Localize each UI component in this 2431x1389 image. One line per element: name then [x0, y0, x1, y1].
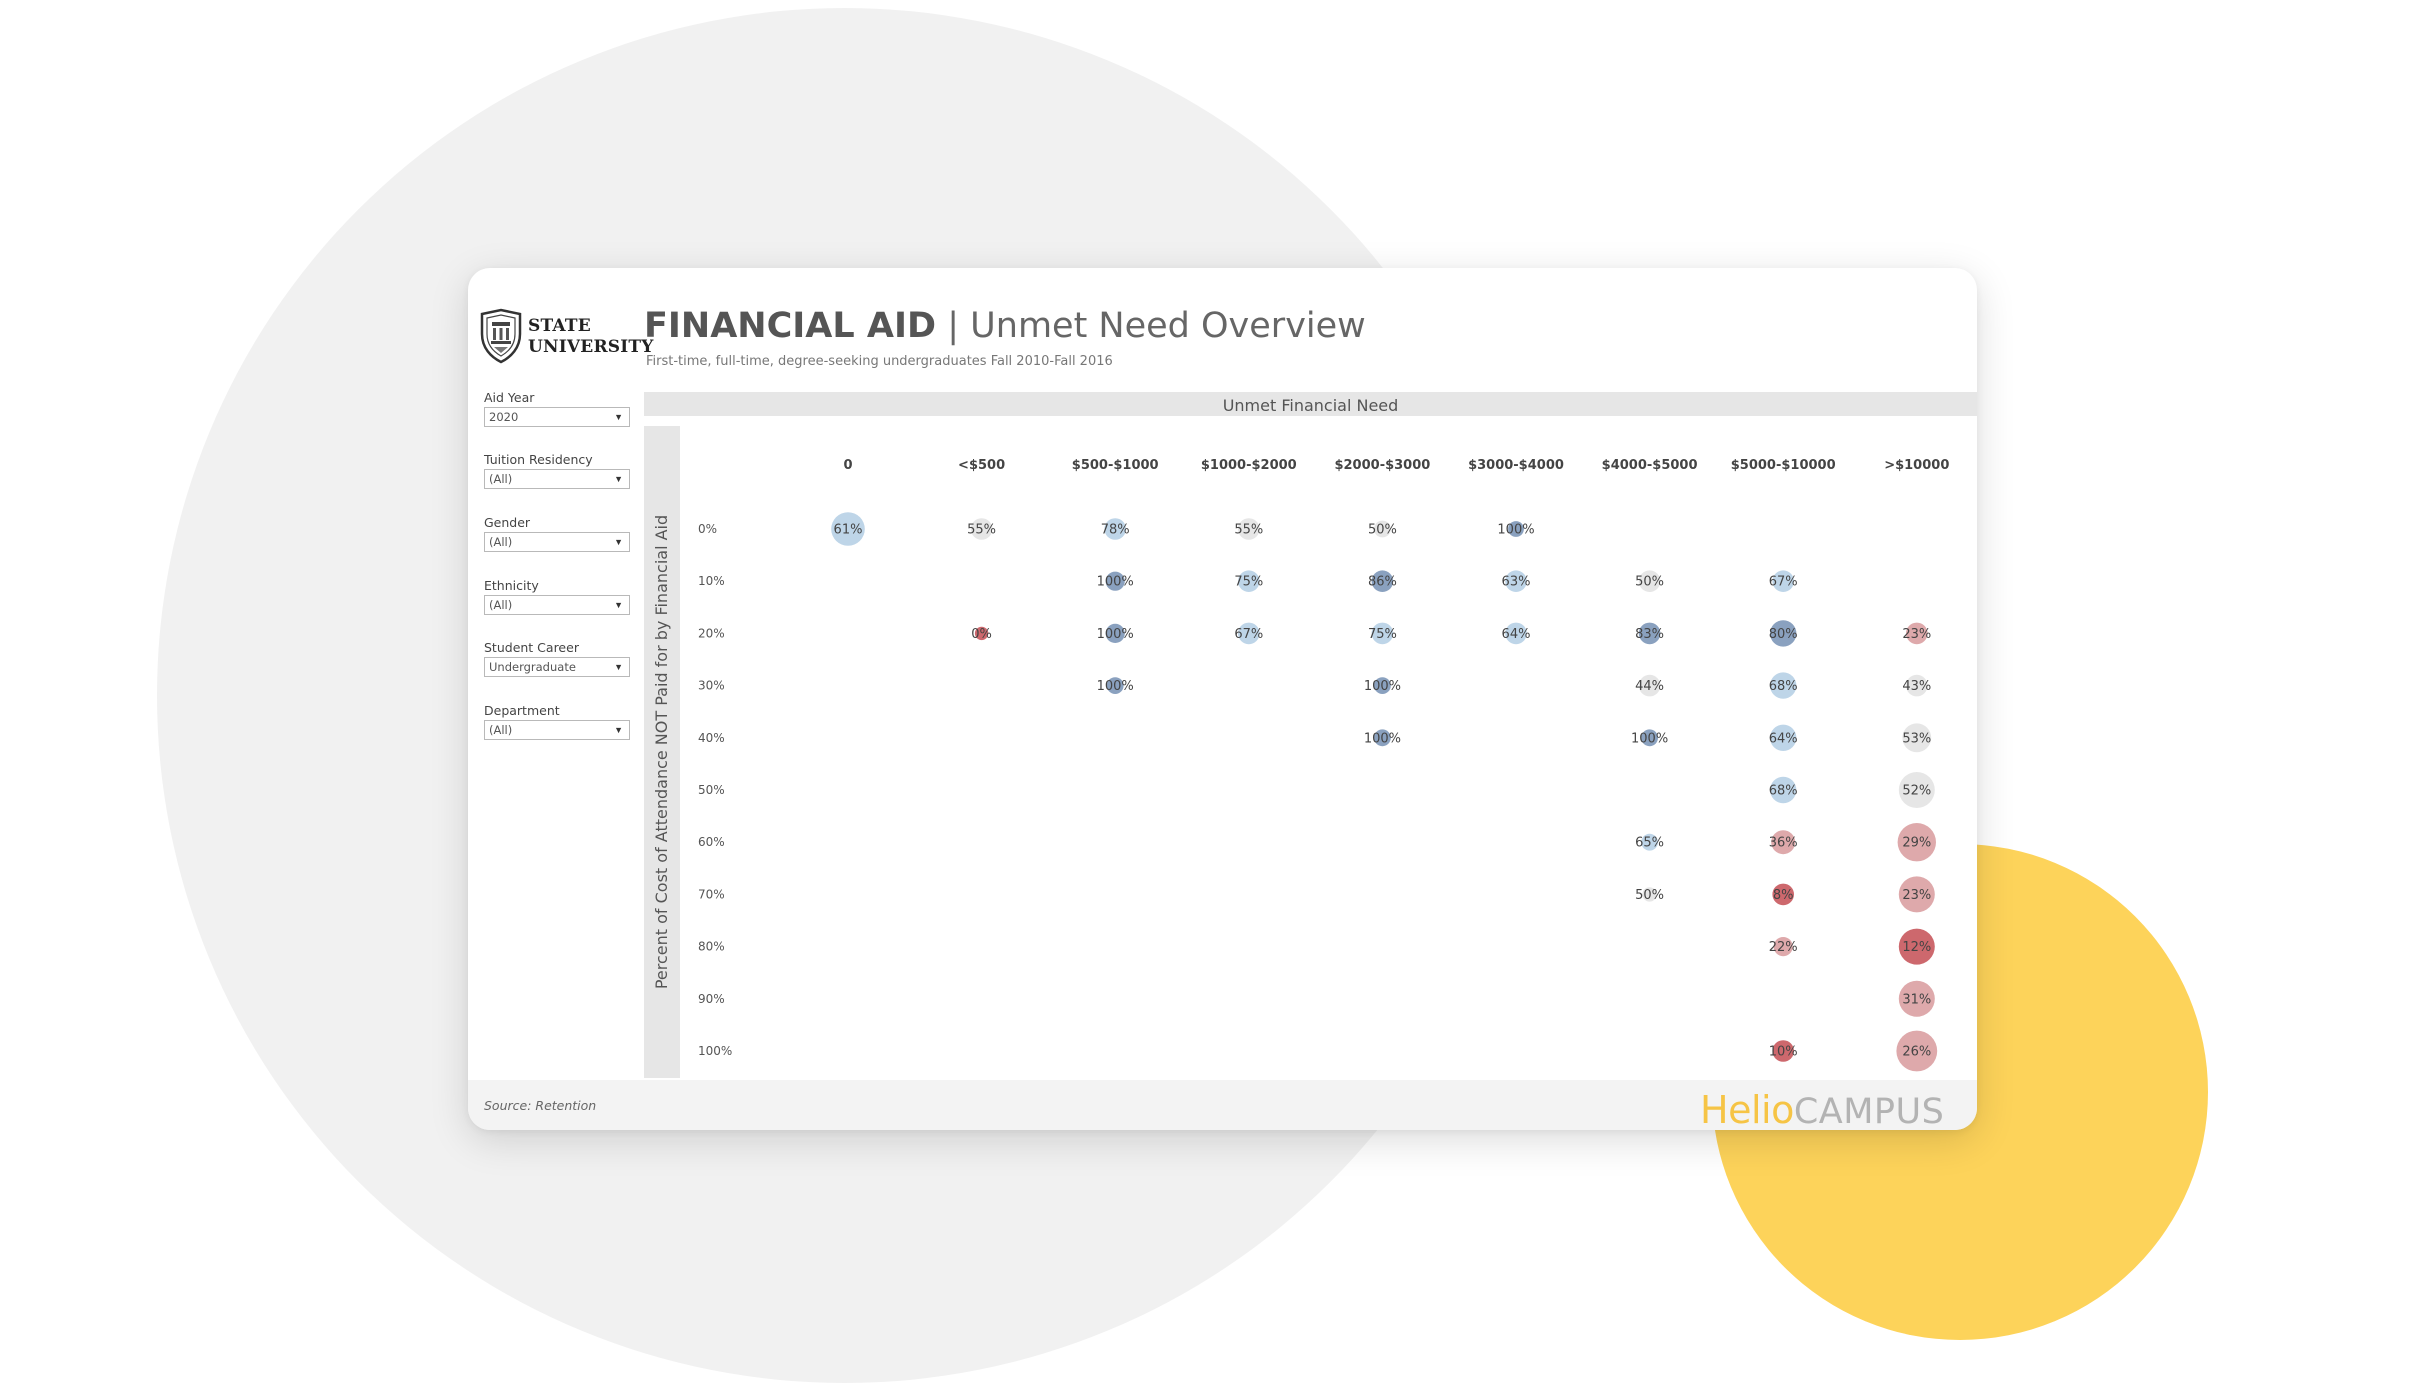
bubble-label: 50% — [1635, 888, 1664, 903]
column-header-500: <$500 — [958, 458, 1005, 473]
bubble-label: 64% — [1769, 731, 1798, 746]
row-header-40: 40% — [698, 731, 725, 745]
brand-part1: Helio — [1700, 1088, 1794, 1130]
column-header-500-1000: $500-$1000 — [1072, 458, 1159, 473]
bubble-label: 0% — [971, 627, 992, 642]
brand-part2: CAMPUS — [1793, 1092, 1945, 1130]
column-header-5000-10000: $5000-$10000 — [1731, 458, 1836, 473]
bubble-label: 68% — [1769, 784, 1798, 799]
row-header-50: 50% — [698, 783, 725, 797]
heliocampus-logo: HelioCAMPUS — [1700, 1088, 1944, 1130]
bubble-label: 50% — [1635, 575, 1664, 590]
bubble-label: 100% — [1097, 575, 1134, 590]
bubble-label: 100% — [1497, 523, 1534, 538]
bubble-label: 22% — [1769, 940, 1798, 955]
row-header-30: 30% — [698, 679, 725, 693]
bubble-label: 86% — [1368, 575, 1397, 590]
bubble-label: 61% — [834, 523, 863, 538]
bubble-label: 12% — [1902, 940, 1931, 955]
bubble-label: 55% — [967, 523, 996, 538]
bubble-label: 100% — [1364, 731, 1401, 746]
bubble-label: 23% — [1902, 888, 1931, 903]
row-header-100: 100% — [698, 1044, 732, 1058]
row-header-60: 60% — [698, 835, 725, 849]
row-header-10: 10% — [698, 574, 725, 588]
bubble-label: 53% — [1902, 731, 1931, 746]
bubble-label: 67% — [1234, 627, 1263, 642]
bubble-label: 80% — [1769, 627, 1798, 642]
bubble-label: 44% — [1635, 679, 1664, 694]
row-header-20: 20% — [698, 626, 725, 640]
dashboard-card: STATE UNIVERSITY FINANCIAL AID | Unmet N… — [468, 268, 1977, 1130]
bubble-label: 78% — [1101, 523, 1130, 538]
column-header-4000-5000: $4000-$5000 — [1602, 458, 1698, 473]
row-header-0: 0% — [698, 522, 717, 536]
bubble-label: 55% — [1234, 523, 1263, 538]
bubble-label: 75% — [1368, 627, 1397, 642]
bubble-label: 83% — [1635, 627, 1664, 642]
column-header-1000-2000: $1000-$2000 — [1201, 458, 1297, 473]
bubble-label: 36% — [1769, 836, 1798, 851]
bubble-label: 63% — [1502, 575, 1531, 590]
bubble-label: 65% — [1635, 836, 1664, 851]
bubble-label: 10% — [1769, 1045, 1798, 1060]
footer: Source: Retention HelioCAMPUS — [468, 1080, 1977, 1130]
bubble-label: 8% — [1773, 888, 1794, 903]
bubble-label: 67% — [1769, 575, 1798, 590]
column-header-3000-4000: $3000-$4000 — [1468, 458, 1564, 473]
source-note: Source: Retention — [484, 1098, 597, 1113]
column-header-2000-3000: $2000-$3000 — [1334, 458, 1430, 473]
bubble-label: 43% — [1902, 679, 1931, 694]
bubble-label: 100% — [1631, 731, 1668, 746]
bubble-label: 100% — [1097, 679, 1134, 694]
row-header-90: 90% — [698, 992, 725, 1006]
row-header-70: 70% — [698, 887, 725, 901]
bubble-label: 23% — [1902, 627, 1931, 642]
column-header-10000: >$10000 — [1884, 458, 1949, 473]
bubble-label: 31% — [1902, 992, 1931, 1007]
row-header-80: 80% — [698, 940, 725, 954]
bubble-label: 52% — [1902, 784, 1931, 799]
column-header-0: 0 — [843, 458, 852, 473]
bubble-label: 26% — [1902, 1045, 1931, 1060]
bubble-chart: 0 <$500 $500-$1000 $1000-$2000 $2000-$3000 $3… — [698, 458, 1949, 1072]
bubble-label: 29% — [1902, 836, 1931, 851]
bubble-label: 64% — [1502, 627, 1531, 642]
bubble-label: 100% — [1097, 627, 1134, 642]
bubble-label: 50% — [1368, 523, 1397, 538]
bubble-label: 75% — [1234, 575, 1263, 590]
bubble-label: 100% — [1364, 679, 1401, 694]
bubble-label: 68% — [1769, 679, 1798, 694]
